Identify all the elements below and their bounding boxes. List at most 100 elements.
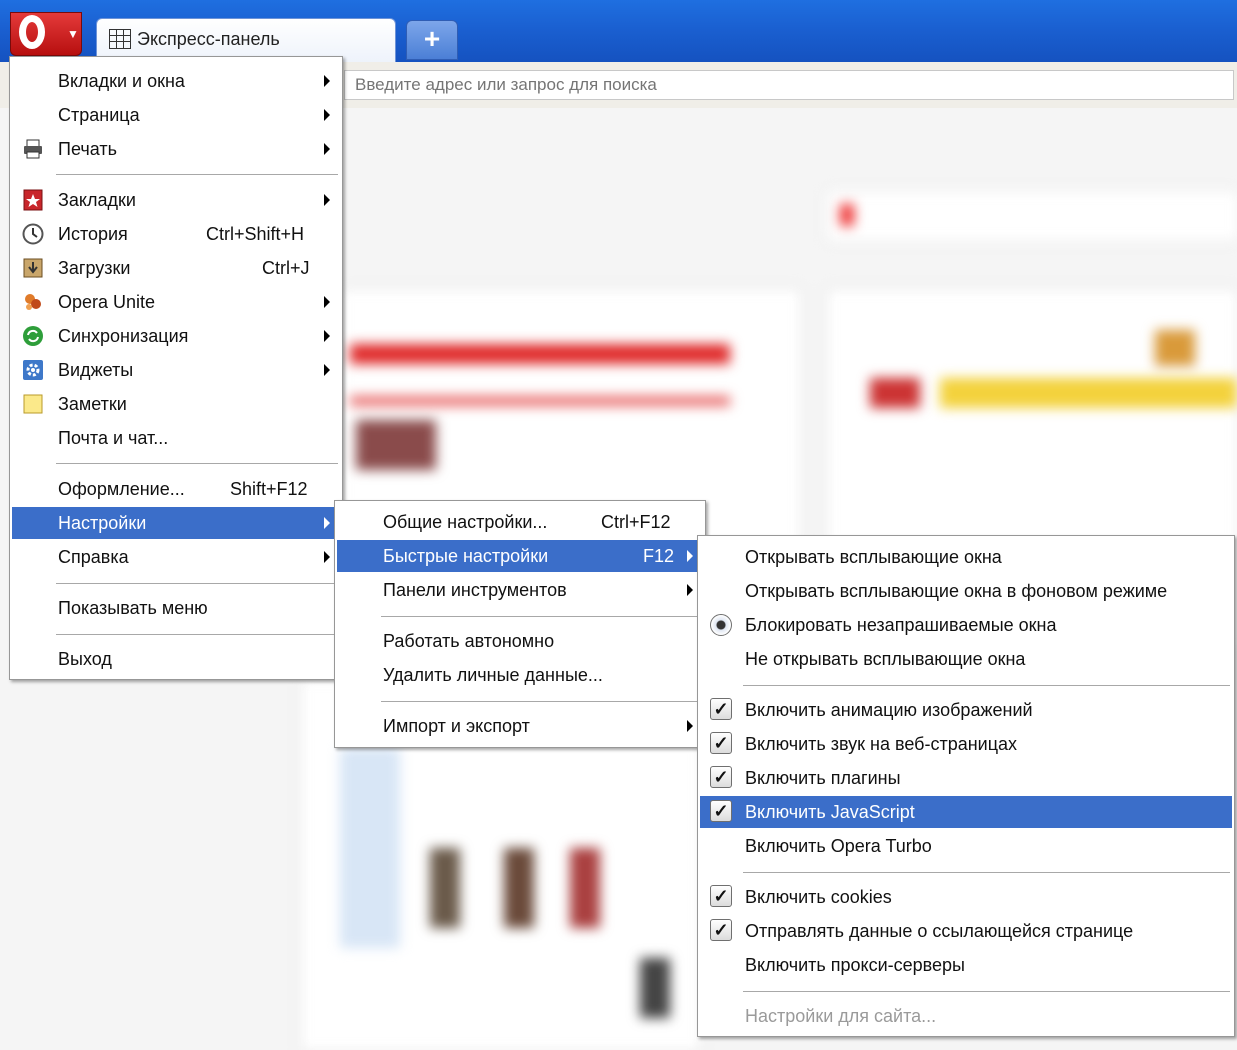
menu-item-label: Показывать меню [58,598,208,618]
menu-item-sync[interactable]: Синхронизация [12,320,340,352]
menu-item-general-settings[interactable]: Общие настройки... Ctrl+F12 [337,506,703,538]
menu-item-label: Включить cookies [745,887,892,907]
checkbox-checked-icon: ✓ [710,800,732,822]
submenu-arrow-icon [324,109,330,121]
menu-item-show-menu[interactable]: Показывать меню [12,592,340,624]
menu-item-open-popups-background[interactable]: Открывать всплывающие окна в фоновом реж… [700,575,1232,607]
menu-item-enable-opera-turbo[interactable]: Включить Opera Turbo [700,830,1232,862]
menu-item-label: Включить анимацию изображений [745,700,1033,720]
menu-item-quick-settings[interactable]: Быстрые настройки F12 [337,540,703,572]
submenu-arrow-icon [324,330,330,342]
submenu-arrow-icon [687,584,693,596]
submenu-arrow-icon [324,75,330,87]
menu-item-toolbars[interactable]: Панели инструментов [337,574,703,606]
sync-icon [23,326,43,346]
menu-item-label: Виджеты [58,360,134,380]
blurred-red-bar-2 [350,396,730,406]
downloads-icon [23,258,43,278]
menu-item-label: Не открывать всплывающие окна [745,649,1026,669]
checkbox-checked-icon: ✓ [710,885,732,907]
menu-item-work-offline[interactable]: Работать автономно [337,625,703,657]
menu-item-shortcut: Ctrl+Shift+H [206,224,305,244]
radio-selected-icon [710,614,732,636]
menu-item-label: Заметки [58,394,127,414]
menu-item-history[interactable]: История Ctrl+Shift+H [12,218,340,250]
menu-item-block-all-popups[interactable]: Не открывать всплывающие окна [700,643,1232,675]
menu-item-mail-chat[interactable]: Почта и чат... [12,422,340,454]
menu-item-label: Включить звук на веб-страницах [745,734,1018,754]
menu-item-label: История [58,224,128,244]
menu-item-delete-private-data[interactable]: Удалить личные данные... [337,659,703,691]
menu-item-block-unwanted-popups[interactable]: Блокировать незапрашиваемые окна [700,609,1232,641]
submenu-arrow-icon [687,720,693,732]
history-clock-icon [22,223,44,245]
menu-item-settings[interactable]: Настройки [12,507,340,539]
menu-separator [56,634,338,635]
menu-item-tabs-windows[interactable]: Вкладки и окна [12,65,340,97]
menu-item-label: Синхронизация [58,326,189,346]
menu-item-enable-cookies[interactable]: ✓ Включить cookies [700,881,1232,913]
tab-bar: ▼ Экспресс-панель + [0,0,1237,62]
menu-item-enable-proxy[interactable]: Включить прокси-серверы [700,949,1232,981]
settings-submenu: Общие настройки... Ctrl+F12 Быстрые наст… [334,500,706,748]
menu-item-label: Настройки [58,513,147,533]
menu-item-shortcut: Ctrl+J [262,258,310,278]
menu-item-page[interactable]: Страница [12,99,340,131]
blurred-search-icon [840,204,854,226]
submenu-arrow-icon [324,296,330,308]
menu-item-label: Отправлять данные о ссылающейся странице [745,921,1134,941]
menu-item-enable-animation[interactable]: ✓ Включить анимацию изображений [700,694,1232,726]
menu-item-downloads[interactable]: Загрузки Ctrl+J [12,252,340,284]
menu-item-site-preferences[interactable]: Настройки для сайта... [700,1000,1232,1032]
widgets-gear-icon [23,360,43,380]
menu-item-label: Включить Opera Turbo [745,836,932,856]
menu-item-label: Включить JavaScript [745,802,915,822]
blurred-sidebar [340,748,400,948]
menu-item-opera-unite[interactable]: Opera Unite [12,286,340,318]
menu-item-label: Закладки [58,190,136,210]
bookmarks-icon [23,189,43,211]
blurred-product-2 [504,848,534,928]
blurred-yellow-bar [940,378,1237,408]
menu-item-label: Выход [58,649,112,669]
blurred-red-bar-1 [350,344,730,364]
printer-icon [24,139,42,159]
menu-item-label: Импорт и экспорт [383,716,530,736]
menu-item-notes[interactable]: Заметки [12,388,340,420]
menu-item-widgets[interactable]: Виджеты [12,354,340,386]
menu-item-shortcut: Shift+F12 [230,479,308,499]
menu-item-enable-plugins[interactable]: ✓ Включить плагины [700,762,1232,794]
menu-item-enable-javascript[interactable]: ✓ Включить JavaScript [700,796,1232,828]
menu-item-label: Страница [58,105,140,125]
address-input[interactable] [344,70,1234,100]
submenu-arrow-icon [687,550,693,562]
menu-item-import-export[interactable]: Импорт и экспорт [337,710,703,742]
new-tab-button[interactable]: + [406,20,458,60]
menu-item-shortcut: F12 [643,546,675,566]
menu-item-label: Блокировать незапрашиваемые окна [745,615,1057,635]
submenu-arrow-icon [324,194,330,206]
menu-separator [743,991,1230,992]
menu-item-label: Общие настройки... [383,512,548,532]
menu-item-bookmarks[interactable]: Закладки [12,184,340,216]
blurred-product-1 [430,848,460,928]
submenu-arrow-icon [324,143,330,155]
menu-item-label: Работать автономно [383,631,555,651]
blurred-product-3 [570,848,600,928]
opera-menu-button[interactable]: ▼ [10,12,82,56]
menu-separator [381,616,701,617]
menu-item-enable-sound[interactable]: ✓ Включить звук на веб-страницах [700,728,1232,760]
menu-item-print[interactable]: Печать [12,133,340,165]
menu-item-help[interactable]: Справка [12,541,340,573]
menu-item-label: Панели инструментов [383,580,567,600]
submenu-arrow-icon [324,551,330,563]
menu-item-send-referrer[interactable]: ✓ Отправлять данные о ссылающейся страни… [700,915,1232,947]
menu-item-appearance[interactable]: Оформление... Shift+F12 [12,473,340,505]
submenu-arrow-icon [324,364,330,376]
menu-item-open-popups[interactable]: Открывать всплывающие окна [700,541,1232,573]
menu-item-label: Быстрые настройки [383,546,549,566]
quick-settings-submenu: Открывать всплывающие окна Открывать всп… [697,535,1235,1037]
menu-item-exit[interactable]: Выход [12,643,340,675]
menu-item-label: Opera Unite [58,292,156,312]
menu-separator [56,174,338,175]
